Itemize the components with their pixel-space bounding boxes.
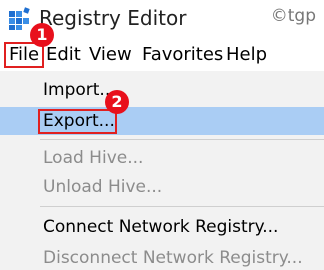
menu-favorites[interactable]: Favorites [142, 42, 223, 68]
menu-separator [40, 206, 324, 207]
export-highlight-box [38, 109, 117, 134]
menu-item-label: Connect Network Registry... [43, 217, 279, 237]
registry-editor-icon [9, 7, 30, 30]
menu-item-export[interactable]: Export... [0, 107, 324, 135]
window-title: Registry Editor [39, 6, 187, 30]
menu-item-load-hive: Load Hive... [0, 144, 324, 172]
menu-item-label: Unload Hive... [43, 177, 163, 197]
menu-view[interactable]: View [89, 42, 132, 68]
file-menu-dropdown: Import... Export... Load Hive... Unload … [0, 71, 324, 270]
menu-separator [40, 139, 324, 140]
menu-item-connect-network-registry[interactable]: Connect Network Registry... [0, 213, 324, 241]
menu-item-import[interactable]: Import... [0, 76, 324, 104]
menu-edit[interactable]: Edit [46, 42, 81, 68]
menu-help[interactable]: Help [226, 42, 267, 68]
step-badge-2: 2 [105, 90, 129, 114]
menu-item-unload-hive: Unload Hive... [0, 173, 324, 201]
menu-item-label: Load Hive... [43, 148, 144, 168]
menu-item-disconnect-network-registry: Disconnect Network Registry... [0, 244, 324, 270]
step-badge-1: 1 [30, 23, 54, 47]
watermark: ©tgp [270, 6, 316, 26]
menu-item-label: Disconnect Network Registry... [43, 248, 303, 268]
